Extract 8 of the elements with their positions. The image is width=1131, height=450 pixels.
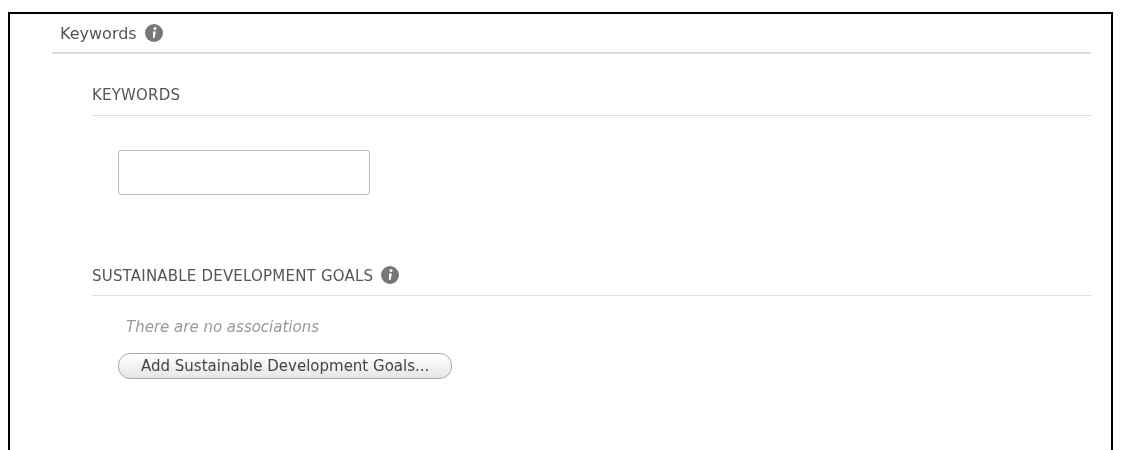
group-title: SUSTAINABLE DEVELOPMENT GOALS (92, 266, 374, 285)
add-goals-button[interactable]: Add Sustainable Development Goals... (118, 352, 453, 379)
section-title: Keywords (60, 24, 137, 43)
group-title: KEYWORDS (92, 86, 181, 104)
info-icon[interactable] (381, 265, 400, 284)
empty-message: There are no associations (126, 317, 321, 338)
info-icon[interactable] (144, 24, 163, 42)
keywords-field[interactable] (118, 149, 370, 195)
